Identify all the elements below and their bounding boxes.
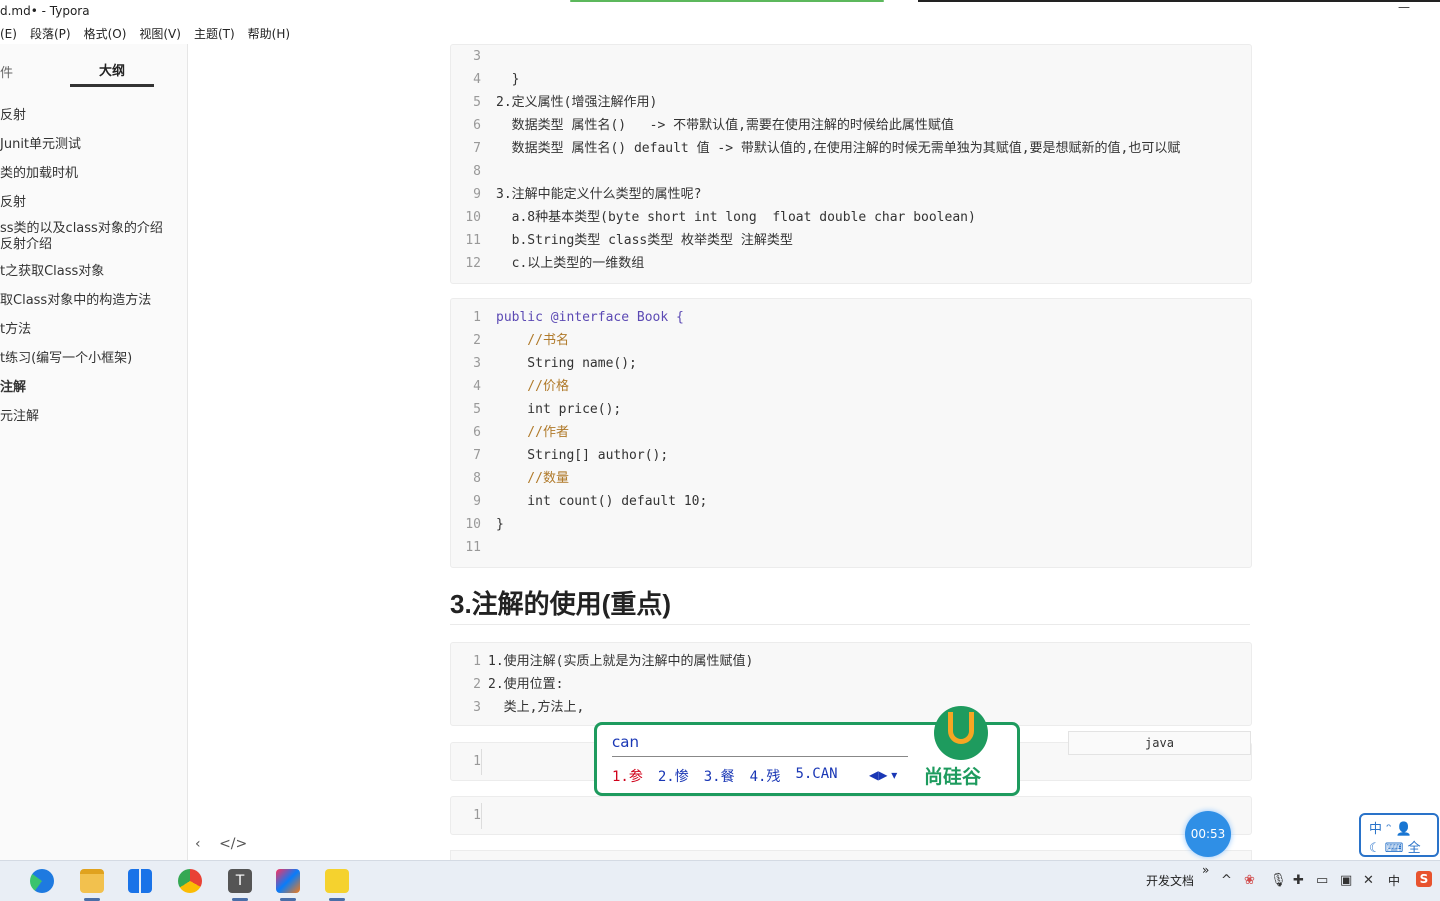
outline-item[interactable]: 反射: [0, 108, 26, 124]
window-title: d.md• - Typora: [0, 4, 90, 18]
title-progress-indicator: [570, 0, 884, 2]
outline-item[interactable]: t之获取Class对象: [0, 264, 104, 280]
ime-candidate[interactable]: 2.惨: [658, 766, 689, 786]
section-heading: 3.注解的使用(重点): [450, 589, 672, 619]
logo-text: 尚硅谷: [924, 766, 982, 788]
app-tray-icon[interactable]: ❀: [1244, 873, 1255, 888]
outline-item[interactable]: 取Class对象中的构造方法: [0, 293, 151, 309]
menu-theme[interactable]: 主题(T): [194, 24, 235, 44]
sidebar-footer: ‹ </>: [195, 836, 261, 852]
outline-item[interactable]: Junit单元测试: [0, 137, 81, 153]
menu-paragraph[interactable]: 段落(P): [30, 24, 71, 44]
menu-view[interactable]: 视图(V): [139, 24, 181, 44]
typora-icon[interactable]: T: [228, 869, 252, 893]
brand-logo: 尚硅谷: [920, 706, 1006, 792]
sogou-ime-icon[interactable]: S: [1416, 871, 1432, 887]
microphone-icon[interactable]: 🎙: [1270, 873, 1287, 888]
sidebar: 件 大纲 反射 Junit单元测试 类的加载时机 反射 ss类的以及class对…: [0, 44, 188, 860]
ime-candidate[interactable]: 1.参: [612, 766, 643, 786]
taskbar: T 开发文档 » ^ ❀ 🎙 ✚ ▭ ▣ ✕ 中 S: [0, 860, 1440, 901]
ime-input-text: can: [612, 733, 639, 751]
outline-item[interactable]: 反射: [0, 195, 26, 211]
file-explorer-icon[interactable]: [80, 869, 104, 893]
logo-u-mark: [948, 712, 974, 744]
start-icon[interactable]: [128, 869, 152, 893]
menu-format[interactable]: 格式(O): [84, 24, 127, 44]
ime-candidate[interactable]: 4.残: [750, 766, 781, 786]
menu-edit[interactable]: (E): [0, 24, 17, 44]
heading-divider: [450, 624, 1250, 625]
outline-item-active[interactable]: 注解: [0, 380, 26, 396]
chevron-up-icon[interactable]: ^: [1221, 873, 1232, 888]
tab-files[interactable]: 件: [0, 62, 13, 81]
ime-status-row[interactable]: 中 ᵔ 👤: [1369, 818, 1412, 837]
outline-item[interactable]: t练习(编写一个小框架): [0, 351, 132, 367]
ime-status-bar[interactable]: 中 ᵔ 👤 ☾ ⌨ 全: [1359, 813, 1439, 857]
outline-item[interactable]: ss类的以及class对象的介绍: [0, 221, 163, 237]
title-bar: d.md• - Typora —: [0, 0, 1440, 24]
outline-item[interactable]: 反射介绍: [0, 237, 52, 253]
outline-item[interactable]: t方法: [0, 322, 31, 338]
code-language-input[interactable]: java: [1068, 731, 1251, 755]
source-mode-icon[interactable]: </>: [219, 836, 247, 852]
gutter-divider: [481, 749, 482, 775]
ime-language-indicator[interactable]: 中: [1388, 872, 1400, 889]
pin-icon[interactable]: ✚: [1293, 873, 1304, 888]
code-block[interactable]: 1 1.使用注解(实质上就是为注解中的属性赋值) 2 2.使用位置: 3 类上,方法…: [450, 642, 1252, 726]
recording-timer[interactable]: 00:53: [1185, 811, 1231, 857]
menu-bar: (E) 段落(P) 格式(O) 视图(V) 主题(T) 帮助(H): [0, 24, 290, 44]
tab-outline-indicator: [70, 84, 154, 87]
gutter-divider: [481, 803, 482, 829]
network-icon[interactable]: ▣: [1340, 873, 1352, 888]
ime-candidate-list: 1.参 2.惨 3.餐 4.残 5.CAN: [612, 766, 838, 786]
title-bar-divider: [918, 0, 1440, 2]
tray-expand-icon[interactable]: »: [1202, 863, 1209, 877]
volume-mute-icon[interactable]: ✕: [1363, 873, 1374, 888]
ime-candidate[interactable]: 5.CAN: [795, 766, 837, 786]
menu-help[interactable]: 帮助(H): [248, 24, 290, 44]
minimize-button[interactable]: —: [1398, 1, 1412, 13]
edge-icon[interactable]: [30, 869, 54, 893]
code-block[interactable]: 3 4 } 5 2.定义属性(增强注解作用) 6 数据类型 属性名() -> 不带…: [450, 44, 1252, 284]
code-block[interactable]: 1 public @interface Book { 2 //书名 3 Strin…: [450, 298, 1252, 568]
tab-outline[interactable]: 大纲: [70, 60, 154, 79]
code-block[interactable]: 1: [450, 796, 1252, 835]
intellij-icon[interactable]: [276, 869, 300, 893]
outline-item[interactable]: 元注解: [0, 409, 39, 425]
outline-item[interactable]: 类的加载时机: [0, 166, 78, 182]
ime-status-row[interactable]: ☾ ⌨ 全: [1369, 837, 1421, 856]
battery-icon[interactable]: ▭: [1316, 873, 1328, 888]
chrome-icon[interactable]: [178, 869, 202, 893]
tray-label[interactable]: 开发文档: [1146, 872, 1194, 889]
collapse-sidebar-icon[interactable]: ‹: [195, 836, 201, 852]
help-app-icon[interactable]: [325, 869, 349, 893]
ime-input-underline: [612, 756, 908, 757]
ime-candidate[interactable]: 3.餐: [704, 766, 735, 786]
ime-page-arrows-icon[interactable]: ◀▶ ▾: [869, 768, 897, 782]
